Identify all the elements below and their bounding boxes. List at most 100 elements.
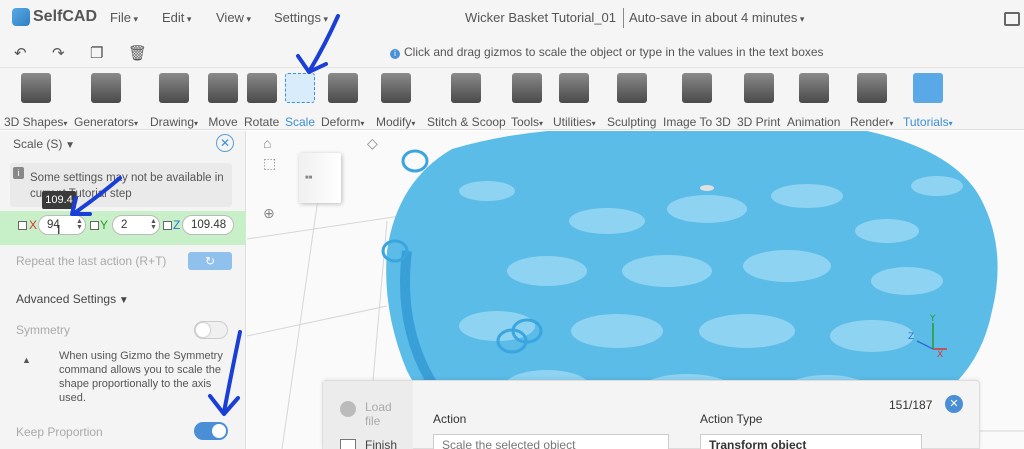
move-icon bbox=[208, 73, 238, 103]
tool-animation[interactable]: Animation bbox=[787, 71, 840, 129]
tool-sculpting[interactable]: Sculpting bbox=[607, 71, 656, 129]
fit-view-icon[interactable]: ⬚ bbox=[263, 155, 276, 172]
finish-label[interactable]: Finish bbox=[365, 438, 397, 449]
tool-label: Move bbox=[208, 115, 238, 129]
menu-edit[interactable]: Edit bbox=[162, 10, 191, 25]
tool-label: Image To 3D bbox=[663, 115, 731, 129]
tool-label: Utilities bbox=[553, 115, 596, 129]
generator-icon bbox=[91, 73, 122, 103]
tool-label: Scale bbox=[285, 115, 316, 129]
action-field[interactable]: Scale the selected object bbox=[433, 434, 669, 449]
scale-panel: Scale (S) ✕ i Some settings may not be a… bbox=[0, 131, 246, 449]
tool-move[interactable]: Move bbox=[208, 71, 238, 129]
copy-icon[interactable]: ❐ bbox=[90, 44, 103, 62]
tool-modify[interactable]: Modify bbox=[376, 71, 415, 129]
hint-bar: i Click and drag gizmos to scale the obje… bbox=[390, 45, 824, 59]
action-type-field[interactable]: Transform object bbox=[700, 434, 922, 449]
tutorial-side: Load file Finish bbox=[323, 381, 413, 449]
close-icon[interactable]: ✕ bbox=[945, 395, 963, 413]
utilities-icon bbox=[559, 73, 590, 103]
perspective-icon[interactable]: ◇ bbox=[367, 135, 378, 152]
tool-scale[interactable]: Scale bbox=[285, 71, 315, 129]
sculpting-icon bbox=[616, 73, 647, 103]
hint-text: Click and drag gizmos to scale the objec… bbox=[404, 45, 824, 59]
info-icon: i bbox=[390, 49, 400, 59]
load-file-label[interactable]: Load file bbox=[365, 400, 405, 428]
tool-image-to-3d[interactable]: Image To 3D bbox=[663, 71, 731, 129]
rotate-icon bbox=[246, 73, 277, 103]
redo-icon[interactable]: ↷ bbox=[52, 44, 65, 62]
panel-title[interactable]: Scale (S) bbox=[13, 137, 75, 151]
tool-drawing[interactable]: Drawing bbox=[150, 71, 198, 129]
view-cube-face-icon: ■■ bbox=[305, 175, 313, 181]
quick-action-bar: ↶ ↷ ❐ 🗑 i Click and drag gizmos to scale … bbox=[0, 36, 1024, 68]
action-header: Action bbox=[433, 412, 467, 426]
tool-label: Animation bbox=[787, 115, 841, 129]
drawing-icon bbox=[159, 73, 190, 103]
tools-icon bbox=[512, 73, 543, 103]
window-toggle-icon[interactable] bbox=[1004, 12, 1020, 26]
finish-checkbox-icon[interactable] bbox=[340, 439, 356, 449]
value-tooltip: 109.4 bbox=[42, 191, 76, 209]
pan-icon[interactable]: ⊕ bbox=[263, 205, 275, 222]
repeat-action-button[interactable]: ↻ bbox=[188, 252, 232, 270]
logo-icon bbox=[12, 8, 30, 26]
scale-values-row: X 94 ▲ ▼ Y 2 ▲ ▼ Z 109.48 bbox=[0, 211, 246, 245]
z-lock-checkbox[interactable] bbox=[163, 221, 172, 230]
tool-render[interactable]: Render bbox=[850, 71, 893, 129]
cube-icon bbox=[20, 73, 51, 103]
x-spinner-icon[interactable]: ▲ ▼ bbox=[76, 218, 83, 231]
selfcad-logo[interactable]: SelfCAD bbox=[12, 8, 97, 26]
undo-icon[interactable]: ↶ bbox=[14, 44, 27, 62]
svg-text:X: X bbox=[937, 350, 943, 360]
advanced-settings-toggle[interactable]: Advanced Settings bbox=[16, 292, 129, 306]
menu-settings[interactable]: Settings bbox=[274, 10, 328, 25]
tool-label: Drawing bbox=[150, 115, 198, 129]
tool-3d-print[interactable]: 3D Print bbox=[737, 71, 780, 129]
document-title[interactable]: Wicker Basket Tutorial_01 bbox=[465, 10, 616, 25]
svg-text:Y: Y bbox=[929, 314, 936, 324]
tool-utilities[interactable]: Utilities bbox=[553, 71, 596, 129]
repeat-action-label: Repeat the last action (R+T) bbox=[16, 254, 167, 268]
step-counter: 151/187 bbox=[889, 398, 933, 412]
tool-3d-shapes[interactable]: 3D Shapes bbox=[4, 71, 67, 129]
image-to-3d-icon bbox=[681, 73, 712, 103]
symmetry-toggle[interactable] bbox=[194, 321, 228, 339]
tutorial-panel: Load file Finish Action Action Type 151/… bbox=[322, 380, 980, 449]
autosave-status[interactable]: Auto-save in about 4 minutes bbox=[629, 10, 804, 25]
close-icon[interactable]: ✕ bbox=[216, 134, 234, 152]
x-axis-label: X bbox=[29, 218, 38, 232]
menu-file[interactable]: File bbox=[110, 10, 138, 25]
tool-label: 3D Print bbox=[737, 115, 781, 129]
z-scale-input[interactable]: 109.48 bbox=[182, 215, 234, 235]
tool-label: Modify bbox=[376, 115, 415, 129]
modify-icon bbox=[380, 73, 411, 103]
tool-tutorials[interactable]: Tutorials bbox=[903, 71, 953, 129]
tool-label: Deform bbox=[321, 115, 364, 129]
y-spinner-icon[interactable]: ▲ ▼ bbox=[150, 218, 157, 231]
tool-stitch-scoop[interactable]: Stitch & Scoop bbox=[427, 71, 506, 129]
tool-generators[interactable]: Generators bbox=[74, 71, 138, 129]
svg-text:Z: Z bbox=[908, 332, 914, 342]
load-file-icon[interactable] bbox=[340, 401, 356, 417]
scale-icon bbox=[285, 73, 316, 103]
menu-view[interactable]: View bbox=[216, 10, 251, 25]
top-menu-bar: SelfCAD File Edit View Settings Wicker B… bbox=[0, 0, 1024, 36]
x-lock-checkbox[interactable] bbox=[18, 221, 27, 230]
tool-deform[interactable]: Deform bbox=[321, 71, 364, 129]
keep-proportion-toggle[interactable] bbox=[194, 422, 228, 440]
title-divider bbox=[623, 8, 624, 28]
logo-text: SelfCAD bbox=[33, 8, 98, 25]
tutorials-icon bbox=[912, 73, 943, 103]
home-icon[interactable]: ⌂ bbox=[263, 135, 271, 151]
tool-tools[interactable]: Tools bbox=[511, 71, 543, 129]
main-toolbar: 3D Shapes Generators Drawing Move Rotate… bbox=[0, 68, 1024, 130]
tool-label: Tools bbox=[511, 115, 543, 129]
tool-rotate[interactable]: Rotate bbox=[244, 71, 279, 129]
stitch-scoop-icon bbox=[451, 73, 482, 103]
symmetry-label: Symmetry bbox=[16, 323, 70, 337]
tool-label: Stitch & Scoop bbox=[427, 115, 506, 129]
y-lock-checkbox[interactable] bbox=[90, 221, 99, 230]
delete-icon[interactable]: 🗑 bbox=[128, 44, 147, 62]
tool-label: Render bbox=[850, 115, 893, 129]
